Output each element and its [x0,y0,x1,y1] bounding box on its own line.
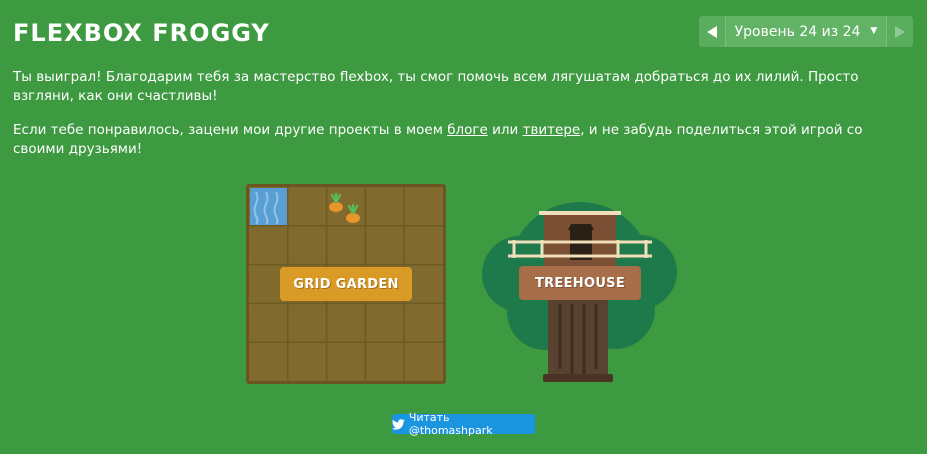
triangle-right-icon [895,25,905,38]
treehouse-project[interactable]: TREEHOUSE [480,184,680,384]
twitter-bird-icon [392,418,405,430]
triangle-left-icon [707,25,717,38]
treehouse-button[interactable]: TREEHOUSE [519,266,641,300]
projects-text-middle: или [487,122,523,138]
twitter-follow-button[interactable]: Читать @thomashpark [392,411,535,437]
win-message: Ты выиграл! Благодарим тебя за мастерств… [13,69,859,104]
grid-garden-button[interactable]: GRID GARDEN [280,267,412,301]
projects-message: Если тебе понравилось, зацени мои другие… [13,121,913,159]
twitter-follow-label: Читать @thomashpark [408,411,493,437]
caret-down-icon: ▼ [870,26,878,36]
app-title: FLEXBOX FROGGY [13,19,270,47]
level-dropdown[interactable]: Уровень 24 из 24 ▼ [725,16,887,47]
projects-text-before: Если тебе понравилось, зацени мои другие… [13,122,448,138]
next-level-button[interactable] [887,16,913,47]
prev-level-button[interactable] [699,16,725,47]
blog-link[interactable]: блоге [447,122,488,138]
level-navigator: Уровень 24 из 24 ▼ [699,16,913,47]
level-indicator: Уровень 24 из 24 [734,23,861,40]
page: FLEXBOX FROGGY Уровень 24 из 24 ▼ Ты выи… [0,0,927,454]
grid-garden-project[interactable]: GRID GARDEN [246,184,446,384]
twitter-link[interactable]: твитере [523,122,581,138]
